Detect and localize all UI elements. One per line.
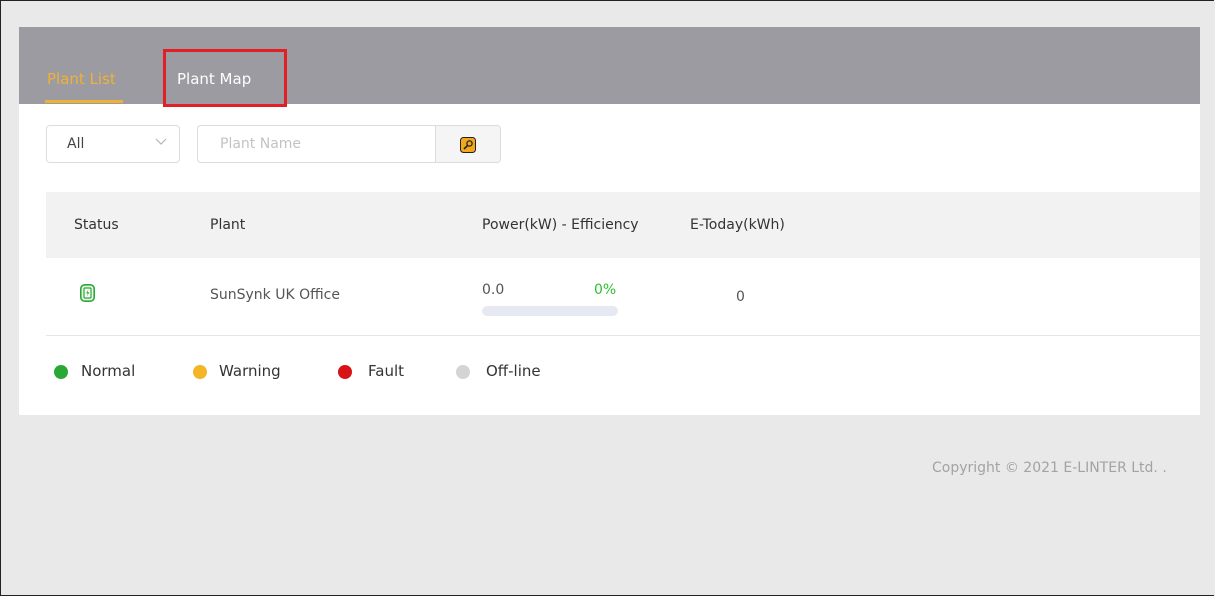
table-header: Status Plant Power(kW) - Efficiency E-To… bbox=[46, 192, 1200, 258]
column-header-plant[interactable]: Plant bbox=[210, 217, 245, 233]
copyright-text: Copyright © 2021 E-LINTER Ltd. . bbox=[932, 460, 1167, 476]
power-value: 0.0 bbox=[482, 282, 505, 298]
legend-label: Normal bbox=[81, 362, 136, 380]
search-button[interactable] bbox=[435, 125, 501, 163]
status-dot-normal-icon bbox=[54, 365, 68, 379]
active-tab-indicator bbox=[45, 100, 123, 103]
status-select-value: All bbox=[67, 136, 85, 152]
status-select[interactable]: All bbox=[46, 125, 180, 163]
column-header-status[interactable]: Status bbox=[74, 217, 119, 233]
efficiency-value: 0% bbox=[594, 282, 617, 298]
efficiency-progress-bar bbox=[482, 306, 618, 316]
tab-plant-map[interactable]: Plant Map bbox=[177, 70, 251, 88]
legend-label: Fault bbox=[368, 362, 404, 380]
chevron-down-icon bbox=[155, 138, 167, 145]
column-header-power-efficiency[interactable]: Power(kW) - Efficiency bbox=[482, 217, 639, 233]
legend-label: Warning bbox=[219, 362, 281, 380]
e-today-value: 0 bbox=[736, 289, 745, 305]
column-header-e-today[interactable]: E-Today(kWh) bbox=[690, 217, 785, 233]
tab-bar: Plant List Plant Map bbox=[19, 27, 1200, 104]
legend-label: Off-line bbox=[486, 362, 541, 380]
plant-status-normal-icon[interactable] bbox=[80, 284, 95, 302]
top-strip bbox=[1, 1, 1215, 27]
table-row[interactable]: SunSynk UK Office 0.0 0% 0 bbox=[46, 258, 1200, 336]
plant-name[interactable]: SunSynk UK Office bbox=[210, 287, 340, 303]
search-icon bbox=[460, 137, 476, 153]
plant-name-input[interactable] bbox=[197, 125, 435, 163]
status-dot-fault-icon bbox=[338, 365, 352, 379]
status-dot-warning-icon bbox=[193, 365, 207, 379]
tab-plant-list[interactable]: Plant List bbox=[47, 70, 116, 88]
status-dot-offline-icon bbox=[456, 365, 470, 379]
